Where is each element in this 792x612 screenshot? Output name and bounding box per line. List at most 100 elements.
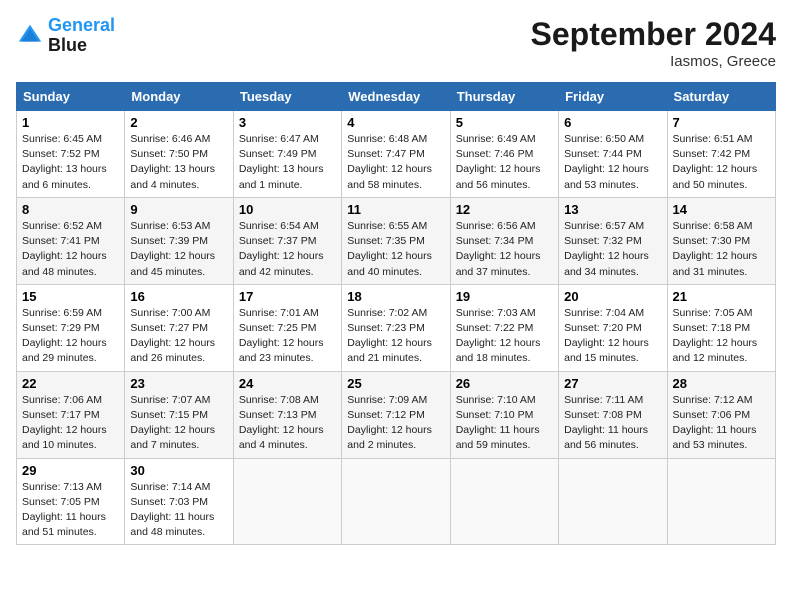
day-number: 8 bbox=[22, 202, 119, 217]
calendar-week-1: 1Sunrise: 6:45 AMSunset: 7:52 PMDaylight… bbox=[17, 111, 776, 198]
calendar-cell: 7 Sunrise: 6:51 AMSunset: 7:42 PMDaylight… bbox=[667, 111, 775, 198]
day-info: Sunrise: 7:13 AMSunset: 7:05 PMDaylight:… bbox=[22, 480, 119, 541]
logo: GeneralBlue bbox=[16, 16, 115, 56]
day-info: Sunrise: 6:58 AMSunset: 7:30 PMDaylight:… bbox=[673, 219, 770, 280]
day-info: Sunrise: 7:05 AMSunset: 7:18 PMDaylight:… bbox=[673, 306, 770, 367]
calendar-week-4: 22 Sunrise: 7:06 AMSunset: 7:17 PMDayligh… bbox=[17, 371, 776, 458]
day-number: 22 bbox=[22, 376, 119, 391]
day-number: 2 bbox=[130, 115, 227, 130]
day-info: Sunrise: 6:48 AMSunset: 7:47 PMDaylight:… bbox=[347, 132, 444, 193]
header-cell-saturday: Saturday bbox=[667, 83, 775, 111]
day-number: 4 bbox=[347, 115, 444, 130]
calendar-cell: 25Sunrise: 7:09 AMSunset: 7:12 PMDayligh… bbox=[342, 371, 450, 458]
day-number: 26 bbox=[456, 376, 553, 391]
day-info: Sunrise: 6:53 AMSunset: 7:39 PMDaylight:… bbox=[130, 219, 227, 280]
day-number: 16 bbox=[130, 289, 227, 304]
day-info: Sunrise: 7:12 AMSunset: 7:06 PMDaylight:… bbox=[673, 393, 770, 454]
calendar-cell: 13 Sunrise: 6:57 AMSunset: 7:32 PMDayligh… bbox=[559, 197, 667, 284]
calendar-cell: 12 Sunrise: 6:56 AMSunset: 7:34 PMDayligh… bbox=[450, 197, 558, 284]
calendar-cell: 3Sunrise: 6:47 AMSunset: 7:49 PMDaylight… bbox=[233, 111, 341, 198]
day-number: 14 bbox=[673, 202, 770, 217]
calendar-cell: 22 Sunrise: 7:06 AMSunset: 7:17 PMDayligh… bbox=[17, 371, 125, 458]
day-number: 20 bbox=[564, 289, 661, 304]
calendar-body: 1Sunrise: 6:45 AMSunset: 7:52 PMDaylight… bbox=[17, 111, 776, 545]
calendar-cell: 26 Sunrise: 7:10 AMSunset: 7:10 PMDayligh… bbox=[450, 371, 558, 458]
title-block: September 2024 Iasmos, Greece bbox=[531, 16, 776, 70]
logo-text: GeneralBlue bbox=[48, 16, 115, 56]
day-info: Sunrise: 6:49 AMSunset: 7:46 PMDaylight:… bbox=[456, 132, 553, 193]
day-info: Sunrise: 6:45 AMSunset: 7:52 PMDaylight:… bbox=[22, 132, 119, 193]
calendar-cell: 15 Sunrise: 6:59 AMSunset: 7:29 PMDayligh… bbox=[17, 284, 125, 371]
calendar-cell: 5 Sunrise: 6:49 AMSunset: 7:46 PMDaylight… bbox=[450, 111, 558, 198]
day-info: Sunrise: 7:14 AMSunset: 7:03 PMDaylight:… bbox=[130, 480, 227, 541]
calendar-cell: 9 Sunrise: 6:53 AMSunset: 7:39 PMDaylight… bbox=[125, 197, 233, 284]
day-info: Sunrise: 7:08 AMSunset: 7:13 PMDaylight:… bbox=[239, 393, 336, 454]
calendar-cell bbox=[667, 458, 775, 545]
day-info: Sunrise: 6:51 AMSunset: 7:42 PMDaylight:… bbox=[673, 132, 770, 193]
day-info: Sunrise: 7:06 AMSunset: 7:17 PMDaylight:… bbox=[22, 393, 119, 454]
page-header: GeneralBlue September 2024 Iasmos, Greec… bbox=[16, 16, 776, 70]
day-number: 9 bbox=[130, 202, 227, 217]
day-number: 5 bbox=[456, 115, 553, 130]
day-number: 12 bbox=[456, 202, 553, 217]
day-number: 15 bbox=[22, 289, 119, 304]
day-info: Sunrise: 7:07 AMSunset: 7:15 PMDaylight:… bbox=[130, 393, 227, 454]
day-number: 27 bbox=[564, 376, 661, 391]
header-cell-wednesday: Wednesday bbox=[342, 83, 450, 111]
calendar-cell bbox=[559, 458, 667, 545]
header-cell-sunday: Sunday bbox=[17, 83, 125, 111]
day-info: Sunrise: 7:10 AMSunset: 7:10 PMDaylight:… bbox=[456, 393, 553, 454]
day-info: Sunrise: 6:50 AMSunset: 7:44 PMDaylight:… bbox=[564, 132, 661, 193]
calendar-cell: 8 Sunrise: 6:52 AMSunset: 7:41 PMDaylight… bbox=[17, 197, 125, 284]
calendar-cell: 4 Sunrise: 6:48 AMSunset: 7:47 PMDaylight… bbox=[342, 111, 450, 198]
header-cell-thursday: Thursday bbox=[450, 83, 558, 111]
day-number: 29 bbox=[22, 463, 119, 478]
day-info: Sunrise: 7:09 AMSunset: 7:12 PMDaylight:… bbox=[347, 393, 444, 454]
day-info: Sunrise: 6:57 AMSunset: 7:32 PMDaylight:… bbox=[564, 219, 661, 280]
calendar-cell: 2 Sunrise: 6:46 AMSunset: 7:50 PMDaylight… bbox=[125, 111, 233, 198]
day-info: Sunrise: 7:00 AMSunset: 7:27 PMDaylight:… bbox=[130, 306, 227, 367]
day-number: 13 bbox=[564, 202, 661, 217]
calendar-week-2: 8 Sunrise: 6:52 AMSunset: 7:41 PMDaylight… bbox=[17, 197, 776, 284]
day-number: 11 bbox=[347, 202, 444, 217]
day-info: Sunrise: 6:56 AMSunset: 7:34 PMDaylight:… bbox=[456, 219, 553, 280]
day-number: 17 bbox=[239, 289, 336, 304]
calendar-cell: 16 Sunrise: 7:00 AMSunset: 7:27 PMDayligh… bbox=[125, 284, 233, 371]
calendar-cell bbox=[233, 458, 341, 545]
header-cell-friday: Friday bbox=[559, 83, 667, 111]
calendar-cell: 21 Sunrise: 7:05 AMSunset: 7:18 PMDayligh… bbox=[667, 284, 775, 371]
calendar-cell bbox=[450, 458, 558, 545]
logo-icon bbox=[16, 22, 44, 50]
day-info: Sunrise: 7:01 AMSunset: 7:25 PMDaylight:… bbox=[239, 306, 336, 367]
calendar-cell: 18Sunrise: 7:02 AMSunset: 7:23 PMDayligh… bbox=[342, 284, 450, 371]
calendar-cell: 23 Sunrise: 7:07 AMSunset: 7:15 PMDayligh… bbox=[125, 371, 233, 458]
calendar-cell bbox=[342, 458, 450, 545]
day-number: 6 bbox=[564, 115, 661, 130]
calendar-cell: 28Sunrise: 7:12 AMSunset: 7:06 PMDayligh… bbox=[667, 371, 775, 458]
day-number: 23 bbox=[130, 376, 227, 391]
day-number: 21 bbox=[673, 289, 770, 304]
day-info: Sunrise: 7:03 AMSunset: 7:22 PMDaylight:… bbox=[456, 306, 553, 367]
calendar-cell: 10Sunrise: 6:54 AMSunset: 7:37 PMDayligh… bbox=[233, 197, 341, 284]
calendar-cell: 14 Sunrise: 6:58 AMSunset: 7:30 PMDayligh… bbox=[667, 197, 775, 284]
calendar-cell: 19 Sunrise: 7:03 AMSunset: 7:22 PMDayligh… bbox=[450, 284, 558, 371]
day-number: 19 bbox=[456, 289, 553, 304]
calendar-cell: 1Sunrise: 6:45 AMSunset: 7:52 PMDaylight… bbox=[17, 111, 125, 198]
calendar-cell: 17 Sunrise: 7:01 AMSunset: 7:25 PMDayligh… bbox=[233, 284, 341, 371]
month-title: September 2024 bbox=[531, 16, 776, 53]
calendar-cell: 24Sunrise: 7:08 AMSunset: 7:13 PMDayligh… bbox=[233, 371, 341, 458]
day-number: 3 bbox=[239, 115, 336, 130]
header-cell-tuesday: Tuesday bbox=[233, 83, 341, 111]
calendar-cell: 11Sunrise: 6:55 AMSunset: 7:35 PMDayligh… bbox=[342, 197, 450, 284]
day-info: Sunrise: 6:46 AMSunset: 7:50 PMDaylight:… bbox=[130, 132, 227, 193]
day-info: Sunrise: 6:52 AMSunset: 7:41 PMDaylight:… bbox=[22, 219, 119, 280]
calendar-header-row: SundayMondayTuesdayWednesdayThursdayFrid… bbox=[17, 83, 776, 111]
header-cell-monday: Monday bbox=[125, 83, 233, 111]
calendar-cell: 20Sunrise: 7:04 AMSunset: 7:20 PMDayligh… bbox=[559, 284, 667, 371]
day-number: 10 bbox=[239, 202, 336, 217]
day-number: 30 bbox=[130, 463, 227, 478]
calendar-cell: 30 Sunrise: 7:14 AMSunset: 7:03 PMDayligh… bbox=[125, 458, 233, 545]
day-info: Sunrise: 6:59 AMSunset: 7:29 PMDaylight:… bbox=[22, 306, 119, 367]
day-number: 7 bbox=[673, 115, 770, 130]
calendar-week-5: 29 Sunrise: 7:13 AMSunset: 7:05 PMDayligh… bbox=[17, 458, 776, 545]
